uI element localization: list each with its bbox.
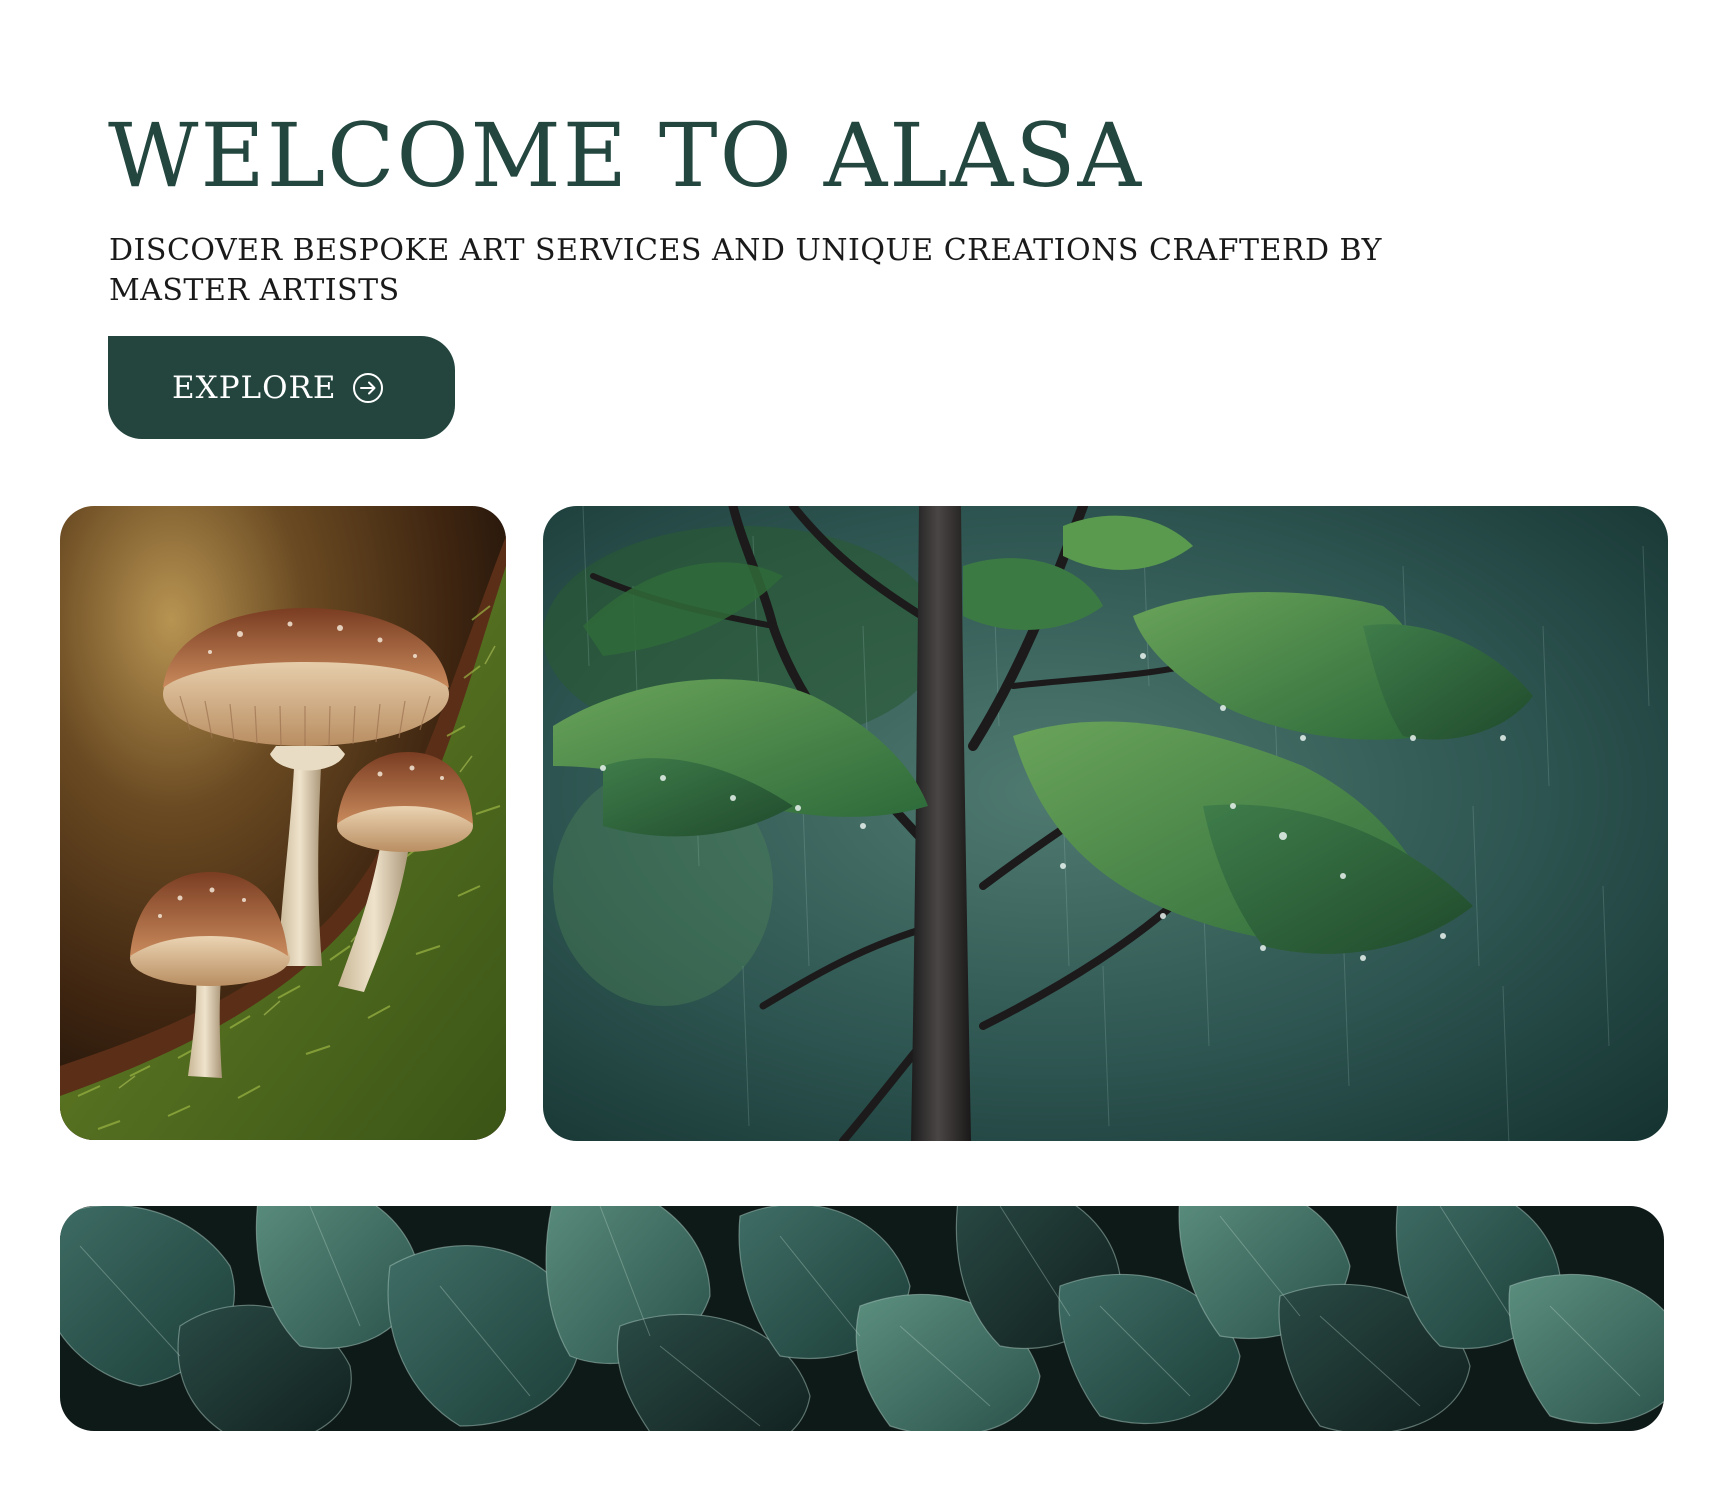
explore-button[interactable]: EXPLORE	[108, 336, 455, 439]
arrow-circle-right-icon	[352, 372, 383, 403]
leaves-pattern-artwork-image[interactable]	[60, 1206, 1664, 1431]
page-title: WELCOME TO ALASA	[108, 104, 1144, 207]
rain-tree-artwork-image[interactable]	[543, 506, 1668, 1141]
mushroom-artwork-image[interactable]	[60, 506, 506, 1140]
explore-button-label: EXPLORE	[172, 369, 337, 406]
hero-subtitle: DISCOVER BESPOKE ART SERVICES AND UNIQUE…	[109, 233, 1382, 308]
